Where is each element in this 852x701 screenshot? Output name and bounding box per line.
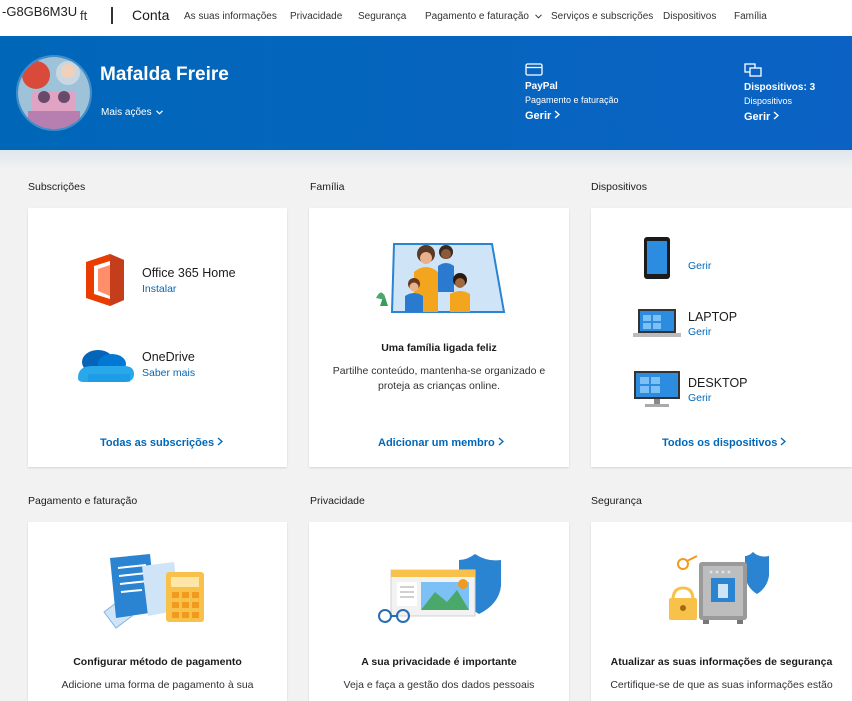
- user-name: Mafalda Freire: [100, 64, 229, 85]
- privacy-heading: A sua privacidade é importante: [361, 656, 517, 668]
- payment-illustration: [103, 554, 204, 629]
- privacy-card: A sua privacidade é importante Veja e fa…: [309, 522, 569, 701]
- payment-subtitle: Pagamento e faturação: [525, 95, 619, 105]
- payment-heading-wrap: Configurar método de pagamento: [28, 652, 287, 670]
- payment-method-name: PayPal: [525, 81, 558, 92]
- profile-banner: [0, 36, 852, 150]
- nav-family[interactable]: Família: [734, 11, 767, 22]
- nav-payment-label: Pagamento e faturação: [425, 11, 529, 22]
- phone-icon: [644, 237, 670, 279]
- nav-services-subscriptions[interactable]: Serviços e subscrições: [551, 11, 653, 22]
- nav-security[interactable]: Segurança: [358, 11, 406, 22]
- desktop-manage-link[interactable]: Gerir: [688, 392, 711, 404]
- add-member-label: Adicionar um membro: [378, 437, 495, 449]
- onedrive-title: OneDrive: [142, 350, 195, 364]
- privacy-description: Veja e faça a gestão dos dados pessoais: [343, 679, 535, 691]
- nav-your-info[interactable]: As suas informações: [184, 11, 277, 22]
- family-heading: Uma família ligada feliz: [381, 342, 497, 354]
- phone-manage-link[interactable]: Gerir: [688, 260, 711, 272]
- privacy-heading-wrap: A sua privacidade é importante: [309, 652, 569, 670]
- laptop-manage-link[interactable]: Gerir: [688, 326, 711, 338]
- section-title-privacy: Privacidade: [310, 495, 365, 507]
- all-devices-link[interactable]: Todos os dispositivos: [662, 437, 787, 449]
- desktop-icon: [634, 371, 680, 407]
- laptop-icon: [633, 309, 681, 337]
- chevron-right-icon: [554, 110, 561, 119]
- devices-count: Dispositivos: 3: [744, 82, 816, 93]
- payment-heading: Configurar método de pagamento: [73, 656, 242, 668]
- payment-summary: PayPal Pagamento e faturação Gerir: [525, 63, 619, 122]
- nav-privacy[interactable]: Privacidade: [290, 11, 342, 22]
- devices-card: Gerir LAPTOP Gerir DESKTOP Gerir Todos o…: [591, 208, 852, 467]
- laptop-title: LAPTOP: [688, 310, 738, 324]
- devices-manage-link[interactable]: Gerir: [744, 111, 815, 123]
- onedrive-icon: [78, 350, 134, 382]
- chevron-right-icon: [217, 437, 224, 446]
- top-navigation-bar: -G8GB6M3U ft Conta As suas informações P…: [0, 0, 852, 36]
- account-id-text: -G8GB6M3U: [2, 4, 78, 19]
- credit-card-icon: [525, 63, 543, 76]
- nav-devices[interactable]: Dispositivos: [663, 11, 716, 22]
- family-text-line-2: proteja as crianças online.: [378, 380, 500, 392]
- payment-manage-link[interactable]: Gerir: [525, 110, 619, 122]
- payment-manage-label: Gerir: [525, 110, 552, 122]
- office-365-title: Office 365 Home: [142, 266, 236, 280]
- conta-link[interactable]: Conta: [132, 7, 169, 23]
- onedrive-learn-more-link[interactable]: Saber mais: [142, 367, 195, 379]
- section-title-security: Segurança: [591, 495, 642, 507]
- security-heading: Atualizar as suas informações de seguran…: [610, 656, 833, 668]
- add-member-link[interactable]: Adicionar um membro: [378, 437, 504, 449]
- security-card: Atualizar as suas informações de seguran…: [591, 522, 852, 701]
- all-subscriptions-label: Todas as subscrições: [100, 437, 215, 449]
- office-icon: [86, 254, 124, 306]
- section-title-subscriptions: Subscrições: [28, 181, 86, 193]
- subscriptions-card: Office 365 Home Instalar OneDrive Saber …: [28, 208, 287, 467]
- all-devices-label: Todos os dispositivos: [662, 437, 778, 449]
- avatar[interactable]: [16, 55, 92, 131]
- payment-card: Configurar método de pagamento Adicione …: [28, 522, 287, 701]
- all-subscriptions-link[interactable]: Todas as subscrições: [100, 437, 224, 449]
- divider: [111, 7, 113, 24]
- family-illustration: [376, 243, 506, 313]
- more-actions-button[interactable]: Mais ações: [101, 107, 164, 118]
- payment-description: Adicione uma forma de pagamento à sua: [61, 679, 254, 691]
- privacy-illustration: [378, 554, 501, 623]
- chevron-down-icon: [534, 14, 542, 19]
- brand-text: ft: [80, 8, 88, 23]
- chevron-right-icon: [780, 437, 787, 446]
- security-heading-wrap: Atualizar as suas informações de seguran…: [591, 652, 852, 670]
- family-card: Uma família ligada feliz Partilhe conteú…: [309, 208, 569, 467]
- security-description: Certifique-se de que as suas informações…: [610, 679, 833, 691]
- more-actions-label: Mais ações: [101, 107, 152, 118]
- devices-icon: [744, 63, 762, 77]
- devices-subtitle: Dispositivos: [744, 96, 793, 106]
- section-title-family: Família: [310, 181, 345, 193]
- devices-manage-label: Gerir: [744, 111, 771, 123]
- family-description: Partilhe conteúdo, mantenha-se organizad…: [309, 364, 569, 394]
- devices-summary: Dispositivos: 3 Dispositivos Gerir: [744, 63, 815, 123]
- family-text-line-1: Partilhe conteúdo, mantenha-se organizad…: [332, 365, 546, 377]
- banner-fade: [0, 150, 852, 170]
- chevron-right-icon: [773, 111, 780, 120]
- nav-payment-billing[interactable]: Pagamento e faturação: [425, 11, 542, 22]
- family-heading-wrap: Uma família ligada feliz: [309, 338, 569, 356]
- chevron-right-icon: [498, 437, 504, 446]
- desktop-title: DESKTOP: [688, 376, 748, 390]
- security-illustration: [669, 552, 769, 624]
- section-title-devices: Dispositivos: [591, 181, 648, 193]
- office-install-link[interactable]: Instalar: [142, 283, 176, 295]
- section-title-payment: Pagamento e faturação: [28, 495, 138, 507]
- chevron-down-icon: [156, 110, 164, 115]
